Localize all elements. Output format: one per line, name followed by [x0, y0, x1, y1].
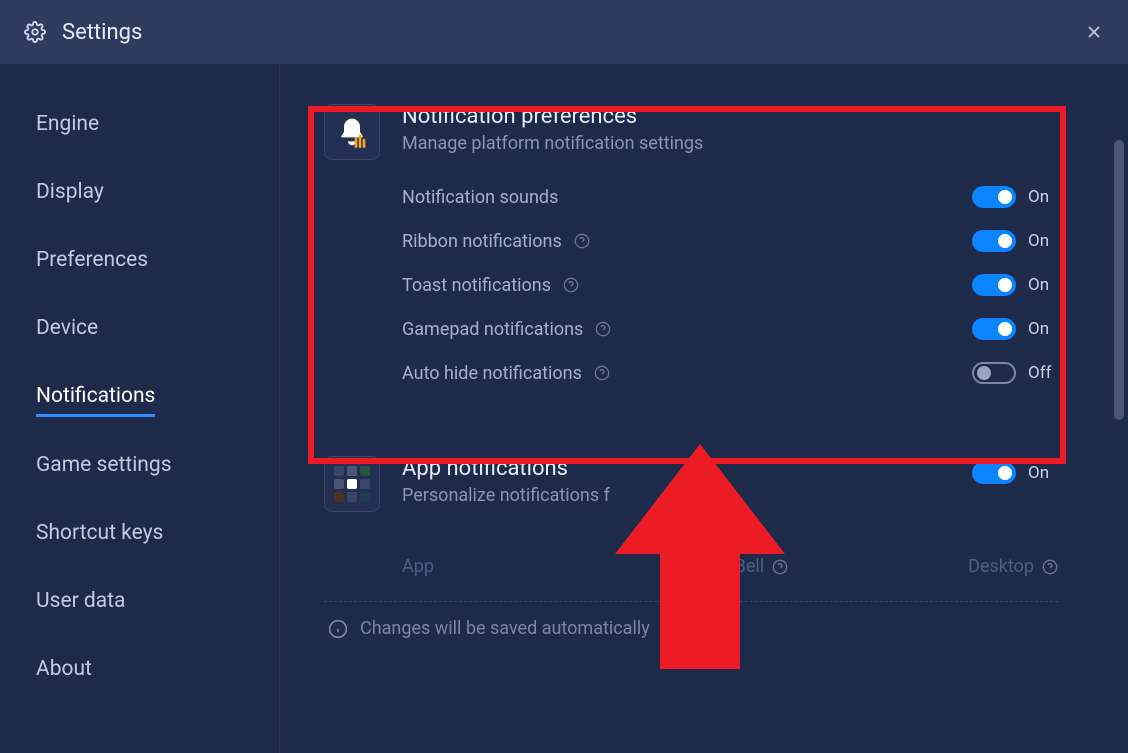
help-icon[interactable] — [563, 277, 579, 293]
bell-icon — [336, 116, 368, 148]
toggle-ribbon-notifications[interactable] — [972, 230, 1016, 252]
column-bell-label: Bell — [735, 556, 765, 577]
section-header: Notification preferences Manage platform… — [324, 104, 1058, 160]
toggle-toast-notifications[interactable] — [972, 274, 1016, 296]
column-desktop: Desktop — [968, 556, 1058, 577]
close-icon[interactable] — [1084, 22, 1104, 42]
toggle-state-label: On — [1028, 319, 1058, 339]
sidebar-item-about[interactable]: About — [36, 649, 92, 689]
app-table-header: App Bell Desktop — [324, 556, 1058, 577]
help-icon[interactable] — [594, 365, 610, 381]
toggle-state-label: On — [1028, 231, 1058, 251]
setting-row-sounds: Notification sounds On — [324, 186, 1058, 208]
section-notification-preferences: Notification preferences Manage platform… — [324, 104, 1058, 384]
section-subtitle: Personalize notifications f — [402, 485, 610, 506]
sidebar-item-preferences[interactable]: Preferences — [36, 240, 148, 280]
setting-label: Gamepad notifications — [402, 319, 583, 340]
section-title: App notifications — [402, 456, 610, 481]
content-panel: Notification preferences Manage platform… — [280, 64, 1128, 753]
section-icon-box — [324, 456, 380, 512]
column-desktop-label: Desktop — [968, 556, 1034, 577]
help-icon[interactable] — [595, 321, 611, 337]
setting-row-toast: Toast notifications On — [324, 274, 1058, 296]
save-note: Changes will be saved automatically — [324, 618, 1058, 639]
help-icon[interactable] — [1042, 559, 1058, 575]
setting-row-ribbon: Ribbon notifications On — [324, 230, 1058, 252]
column-app: App — [402, 556, 555, 577]
toggle-auto-hide-notifications[interactable] — [972, 362, 1016, 384]
sidebar-item-notifications[interactable]: Notifications — [36, 376, 155, 417]
setting-row-autohide: Auto hide notifications Off — [324, 362, 1058, 384]
titlebar-left: Settings — [24, 20, 142, 45]
setting-label: Ribbon notifications — [402, 231, 562, 252]
sidebar-item-user-data[interactable]: User data — [36, 581, 125, 621]
toggle-state-label: On — [1028, 187, 1058, 207]
page-title: Settings — [62, 20, 142, 45]
section-title: Notification preferences — [402, 104, 703, 129]
section-icon-box — [324, 104, 380, 160]
sidebar-item-display[interactable]: Display — [36, 172, 104, 212]
sidebar-item-game-settings[interactable]: Game settings — [36, 445, 172, 485]
toggle-notification-sounds[interactable] — [972, 186, 1016, 208]
sidebar-item-shortcut-keys[interactable]: Shortcut keys — [36, 513, 163, 553]
toggle-state-label: Off — [1028, 363, 1058, 383]
scrollbar[interactable] — [1114, 140, 1124, 420]
gear-icon — [24, 21, 46, 43]
setting-label: Toast notifications — [402, 275, 551, 296]
section-subtitle: Manage platform notification settings — [402, 133, 703, 154]
toggle-state-label: On — [1028, 275, 1058, 295]
sidebar: Engine Display Preferences Device Notifi… — [0, 64, 280, 753]
titlebar: Settings — [0, 0, 1128, 64]
setting-label: Auto hide notifications — [402, 363, 582, 384]
app-grid-icon — [334, 466, 370, 502]
toggle-state-label: On — [1028, 463, 1058, 483]
toggle-app-notifications[interactable] — [972, 462, 1016, 484]
sidebar-item-device[interactable]: Device — [36, 308, 98, 348]
info-icon — [328, 619, 348, 639]
help-icon[interactable] — [772, 559, 788, 575]
section-app-notifications: App notifications Personalize notificati… — [324, 456, 1058, 639]
toggle-gamepad-notifications[interactable] — [972, 318, 1016, 340]
sidebar-item-engine[interactable]: Engine — [36, 104, 99, 144]
help-icon[interactable] — [574, 233, 590, 249]
section-header: App notifications Personalize notificati… — [324, 456, 610, 512]
section-heading-text: App notifications Personalize notificati… — [402, 456, 610, 506]
setting-row-gamepad: Gamepad notifications On — [324, 318, 1058, 340]
main-area: Engine Display Preferences Device Notifi… — [0, 64, 1128, 753]
section-heading-text: Notification preferences Manage platform… — [402, 104, 703, 154]
column-bell: Bell — [735, 556, 789, 577]
divider — [324, 601, 1058, 602]
save-note-text: Changes will be saved automatically — [360, 618, 650, 639]
setting-label: Notification sounds — [402, 187, 558, 208]
